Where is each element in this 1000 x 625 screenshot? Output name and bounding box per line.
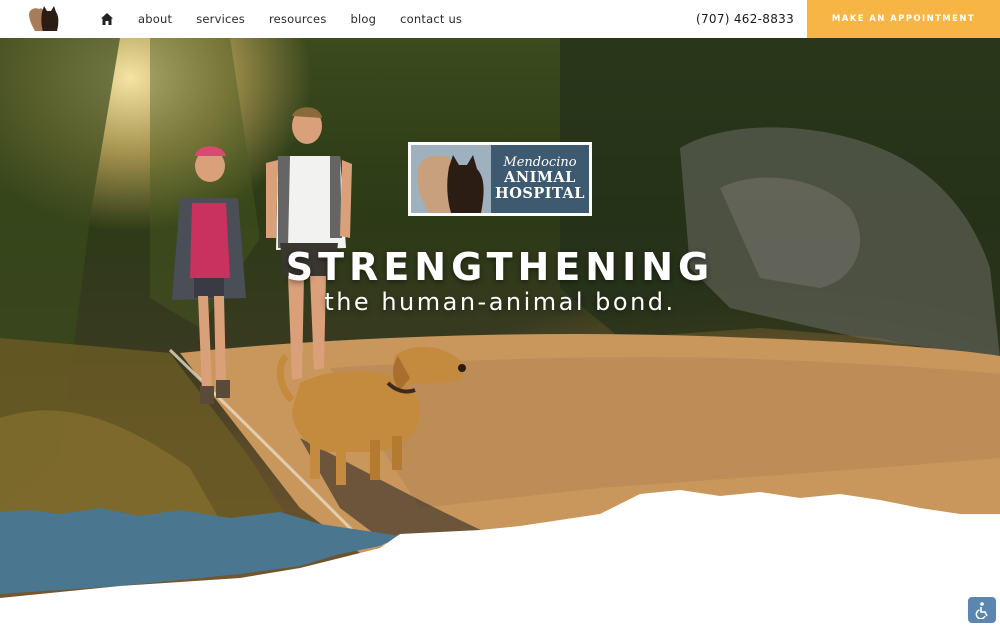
nav-blog[interactable]: blog — [351, 12, 377, 26]
nav-contact-us[interactable]: contact us — [400, 12, 462, 26]
make-appointment-button[interactable]: MAKE AN APPOINTMENT — [807, 0, 1000, 38]
nav-services[interactable]: services — [196, 12, 245, 26]
dog-cat-silhouette-icon — [411, 145, 491, 213]
dog-and-cat-logo-icon[interactable] — [26, 3, 62, 33]
top-navigation-bar: about services resources blog contact us… — [0, 0, 1000, 38]
home-icon[interactable] — [100, 12, 114, 26]
nav-resources[interactable]: resources — [269, 12, 327, 26]
mendocino-animal-hospital-logo: Mendocino ANIMAL HOSPITAL — [408, 142, 592, 216]
accessibility-button[interactable] — [968, 597, 996, 623]
torn-paper-edge — [0, 490, 1000, 625]
hero-subheadline: the human-animal bond. — [324, 288, 676, 316]
logo-line-hospital: HOSPITAL — [495, 185, 585, 202]
wheelchair-accessibility-icon — [975, 602, 988, 619]
phone-number-link[interactable]: (707) 462-8833 — [690, 0, 800, 38]
logo-line-mendocino: Mendocino — [503, 155, 577, 170]
logo-line-animal: ANIMAL — [504, 169, 576, 186]
nav-about[interactable]: about — [138, 12, 172, 26]
hero-section: Mendocino ANIMAL HOSPITAL STRENGTHENING … — [0, 38, 1000, 625]
main-nav: about services resources blog contact us — [100, 0, 486, 38]
hero-headline: STRENGTHENING — [285, 245, 715, 289]
